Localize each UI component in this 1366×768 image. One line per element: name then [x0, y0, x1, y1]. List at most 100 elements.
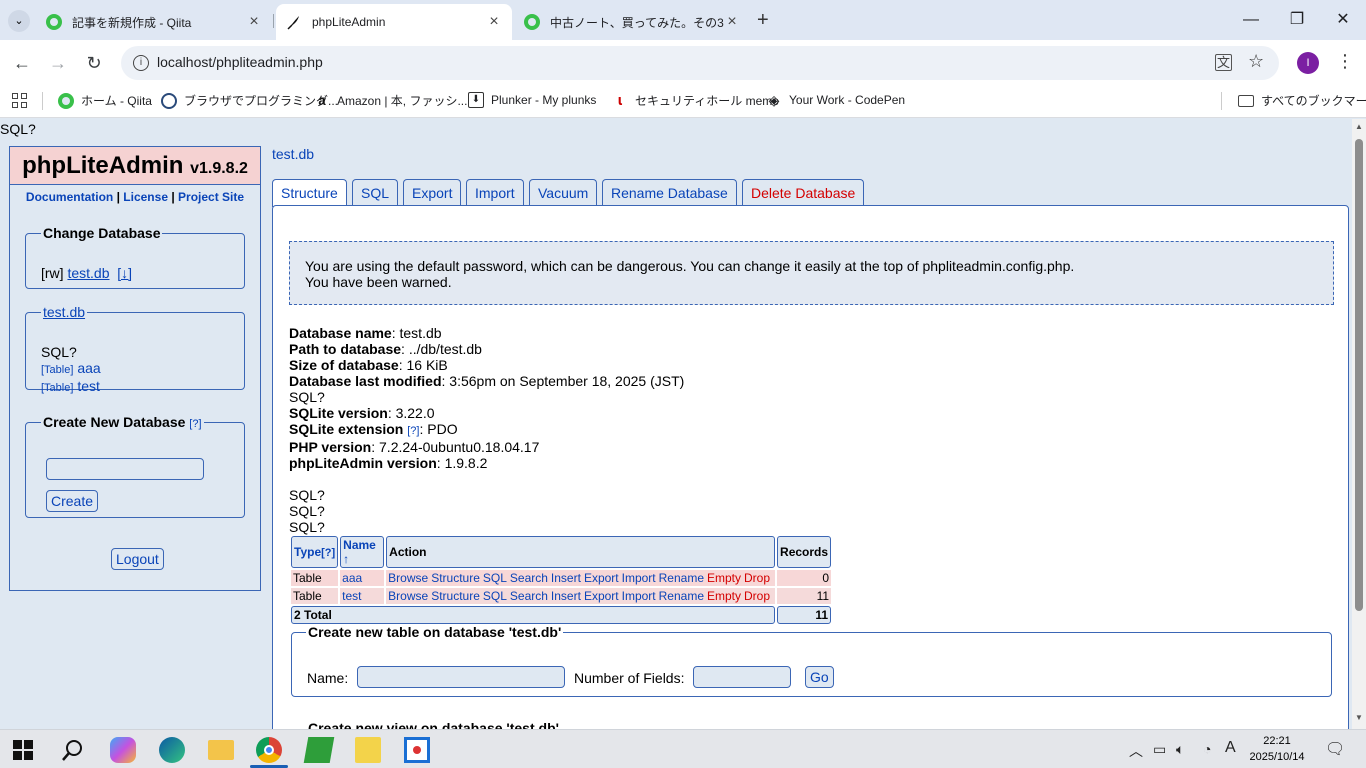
chrome-icon[interactable]: [256, 737, 282, 763]
type-column-header[interactable]: Type: [294, 545, 321, 559]
documentation-link[interactable]: Documentation: [26, 190, 113, 204]
bookmark-plunker[interactable]: ⬇ Plunker - My plunks: [468, 92, 596, 108]
apps-icon[interactable]: [12, 93, 27, 108]
import-link[interactable]: Import: [622, 589, 656, 603]
address-bar[interactable]: i localhost/phpliteadmin.php 文 ☆: [121, 46, 1279, 80]
star-icon[interactable]: ☆: [1248, 51, 1264, 72]
close-icon[interactable]: ×: [486, 13, 502, 31]
database-link[interactable]: test.db: [67, 265, 109, 281]
bookmark-amazon[interactable]: a Amazon | 本, ファッシ...: [314, 92, 467, 109]
ime-indicator[interactable]: A: [1225, 739, 1236, 757]
bookmark-codepen[interactable]: ◈ Your Work - CodePen: [766, 92, 905, 108]
table-name-input[interactable]: [357, 666, 565, 688]
bookmark-qiita[interactable]: ホーム - Qiita: [58, 92, 152, 109]
tab-vacuum[interactable]: Vacuum: [529, 179, 598, 205]
help-link[interactable]: [?]: [321, 547, 335, 559]
forward-button[interactable]: →: [45, 50, 71, 76]
table-name-link[interactable]: aaa: [342, 571, 362, 585]
structure-link[interactable]: Structure: [431, 571, 480, 585]
new-tab-button[interactable]: +: [757, 9, 769, 32]
menu-icon[interactable]: ⋮: [1336, 51, 1354, 71]
help-link[interactable]: [?]: [407, 425, 419, 437]
sidebar-table-item[interactable]: [Table] aaa: [41, 360, 101, 378]
breadcrumb[interactable]: test.db: [272, 146, 314, 162]
help-link[interactable]: [?]: [189, 418, 201, 430]
bookmark-paiza[interactable]: ブラウザでプログラミング...: [161, 92, 338, 109]
table-name-link[interactable]: test: [342, 589, 361, 603]
number-of-fields-input[interactable]: [693, 666, 791, 688]
network-icon[interactable]: ◔: [1203, 741, 1211, 757]
url-text[interactable]: localhost/phpliteadmin.php: [157, 54, 323, 70]
windows-start-icon[interactable]: [13, 740, 33, 760]
insert-link[interactable]: Insert: [551, 571, 581, 585]
search-link[interactable]: Search: [510, 589, 548, 603]
bookmark-security[interactable]: ɩ セキュリティホール memo: [612, 92, 779, 109]
rename-link[interactable]: Rename: [659, 571, 704, 585]
structure-link[interactable]: Structure: [431, 589, 480, 603]
close-icon[interactable]: ×: [724, 13, 740, 31]
current-db-link[interactable]: test.db: [43, 304, 85, 320]
tab-delete-database[interactable]: Delete Database: [742, 179, 865, 205]
page-scrollbar[interactable]: ▲ ▼: [1352, 119, 1366, 729]
reload-button[interactable]: ↻: [81, 50, 107, 76]
export-link[interactable]: Export: [584, 571, 619, 585]
restore-button[interactable]: ❐: [1274, 8, 1320, 32]
tab-rename-database[interactable]: Rename Database: [602, 179, 737, 205]
file-explorer-icon[interactable]: [208, 740, 234, 760]
insert-link[interactable]: Insert: [551, 589, 581, 603]
drop-link[interactable]: Drop: [744, 589, 770, 603]
name-column-header[interactable]: Name ↑: [343, 538, 376, 566]
scroll-down-icon[interactable]: ▼: [1355, 713, 1363, 722]
edge-icon[interactable]: [159, 737, 185, 763]
scroll-up-icon[interactable]: ▲: [1355, 122, 1363, 131]
table-type-label[interactable]: [Table]: [41, 382, 73, 394]
sidebar-table-item[interactable]: [Table] test: [41, 378, 101, 396]
project-site-link[interactable]: Project Site: [178, 190, 244, 204]
empty-link[interactable]: Empty: [707, 571, 741, 585]
empty-link[interactable]: Empty: [707, 589, 741, 603]
sql-link[interactable]: SQL: [483, 589, 507, 603]
go-button[interactable]: Go: [805, 666, 834, 688]
close-window-button[interactable]: ✕: [1320, 8, 1366, 32]
rename-link[interactable]: Rename: [659, 589, 704, 603]
license-link[interactable]: License: [123, 190, 168, 204]
create-database-button[interactable]: Create: [46, 490, 99, 512]
tab-sql[interactable]: SQL: [352, 179, 399, 205]
notepad-icon[interactable]: [303, 737, 335, 763]
logout-button[interactable]: Logout: [111, 548, 164, 570]
app-icon[interactable]: [404, 737, 430, 763]
drop-link[interactable]: Drop: [744, 571, 770, 585]
chevron-up-icon[interactable]: ︿: [1129, 741, 1143, 761]
new-database-input[interactable]: [46, 458, 204, 480]
info-icon[interactable]: i: [133, 55, 149, 71]
tab-import[interactable]: Import: [466, 179, 524, 205]
table-link-aaa[interactable]: aaa: [77, 360, 100, 376]
all-bookmarks-button[interactable]: すべてのブックマーク: [1238, 92, 1366, 109]
import-link[interactable]: Import: [622, 571, 656, 585]
tab-qiita[interactable]: 記事を新規作成 - Qiita ×: [36, 4, 272, 40]
battery-icon[interactable]: ▭: [1153, 741, 1166, 758]
search-link[interactable]: Search: [510, 571, 548, 585]
volume-icon[interactable]: 🔈︎: [1176, 741, 1184, 758]
browse-link[interactable]: Browse: [388, 571, 428, 585]
avatar[interactable]: I: [1297, 52, 1319, 74]
export-link[interactable]: Export: [584, 589, 619, 603]
copilot-icon[interactable]: [110, 737, 136, 763]
browse-link[interactable]: Browse: [388, 589, 428, 603]
tab-export[interactable]: Export: [403, 179, 462, 205]
tab-qiita-article[interactable]: 中古ノート、買ってみた。その32 #Qiita ×: [514, 4, 750, 40]
table-link-test[interactable]: test: [77, 378, 100, 394]
clock[interactable]: 22:21 2025/10/14: [1245, 733, 1309, 765]
download-db-link[interactable]: [↓]: [117, 265, 132, 281]
search-icon[interactable]: [60, 737, 86, 763]
sql-link[interactable]: SQL: [483, 571, 507, 585]
folder-search-icon[interactable]: [355, 737, 381, 763]
back-button[interactable]: ←: [9, 50, 35, 76]
table-type-label[interactable]: [Table]: [41, 364, 73, 376]
tab-search-button[interactable]: ⌄: [8, 10, 30, 32]
close-icon[interactable]: ×: [246, 13, 262, 31]
tab-phpliteadmin[interactable]: phpLiteAdmin ×: [276, 4, 512, 40]
minimize-button[interactable]: —: [1228, 8, 1274, 32]
notification-icon[interactable]: 🗨︎: [1325, 739, 1345, 759]
scrollbar-thumb[interactable]: [1355, 139, 1363, 611]
